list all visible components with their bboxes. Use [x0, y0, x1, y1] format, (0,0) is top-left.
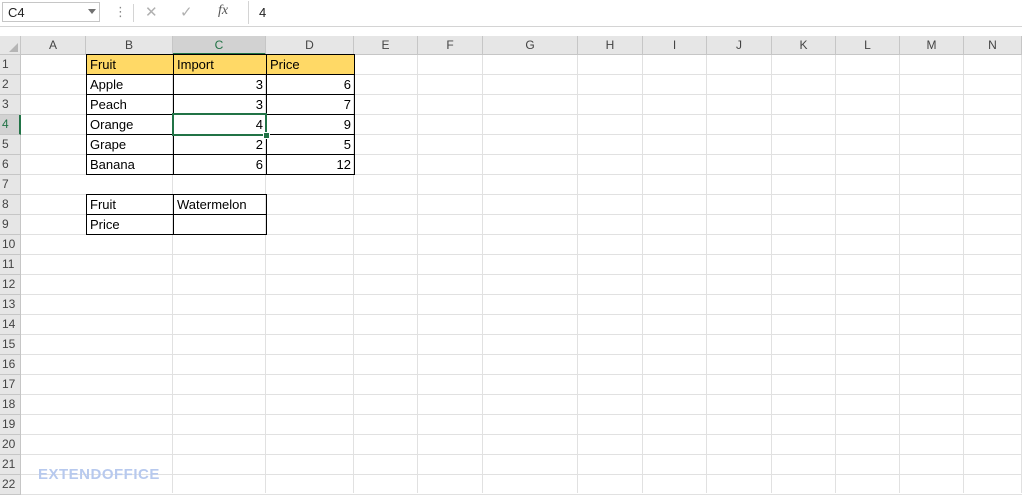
formula-value: 4	[259, 5, 267, 20]
gridline-horizontal	[21, 414, 1022, 415]
table-cell[interactable]: Orange	[86, 114, 174, 135]
name-box-value: C4	[8, 5, 25, 20]
formula-input[interactable]: 4	[248, 1, 1020, 24]
gridline-horizontal	[21, 394, 1022, 395]
table-cell[interactable]: 3	[173, 74, 267, 95]
column-header-n[interactable]: N	[964, 36, 1022, 55]
column-header-i[interactable]: I	[643, 36, 707, 55]
name-box[interactable]: C4	[2, 2, 100, 22]
gridline-horizontal	[21, 474, 1022, 475]
gridline-horizontal	[21, 254, 1022, 255]
table-cell[interactable]: 9	[266, 114, 355, 135]
select-all-icon	[9, 43, 18, 52]
table-header-cell[interactable]: Import	[173, 54, 267, 75]
column-header-d[interactable]: D	[266, 36, 354, 55]
column-header-k[interactable]: K	[772, 36, 836, 55]
table-header-cell[interactable]: Price	[266, 54, 355, 75]
gridline-horizontal	[21, 274, 1022, 275]
row-header-14[interactable]: 14	[0, 315, 21, 335]
column-header-f[interactable]: F	[418, 36, 483, 55]
table-cell[interactable]: 3	[173, 94, 267, 115]
table-cell[interactable]: 5	[266, 134, 355, 155]
row-header-7[interactable]: 7	[0, 175, 21, 195]
gridline-horizontal	[21, 294, 1022, 295]
gridline-horizontal	[21, 314, 1022, 315]
table-cell[interactable]: Peach	[86, 94, 174, 115]
watermark-logo: EXTENDOFFICE	[38, 466, 160, 483]
table-cell[interactable]: 6	[173, 154, 267, 175]
row-header-6[interactable]: 6	[0, 155, 21, 175]
column-header-g[interactable]: G	[483, 36, 578, 55]
row-header-20[interactable]: 20	[0, 435, 21, 455]
fill-handle[interactable]	[263, 132, 270, 139]
spreadsheet-grid[interactable]: ABCDEFGHIJKLMN 1 2 3 4 5 6 7 8 9 10 11 12 13 14 15 16 17…	[0, 36, 1022, 495]
chevron-down-icon[interactable]	[88, 9, 96, 14]
row-header-16[interactable]: 16	[0, 355, 21, 375]
column-header-b[interactable]: B	[86, 36, 173, 55]
row-header-10[interactable]: 10	[0, 235, 21, 255]
row-header-12[interactable]: 12	[0, 275, 21, 295]
row-header-13[interactable]: 13	[0, 295, 21, 315]
table-cell[interactable]: Apple	[86, 74, 174, 95]
column-header-j[interactable]: J	[707, 36, 772, 55]
row-header-1[interactable]: 1	[0, 55, 21, 75]
gridline-horizontal	[21, 354, 1022, 355]
formula-bar: C4 ⋮ ✕ ✓ fx 4	[0, 0, 1022, 27]
row-header-4[interactable]: 4	[0, 115, 21, 135]
gridline-horizontal	[21, 454, 1022, 455]
lookup-fruit-value[interactable]: Watermelon	[173, 194, 267, 215]
lookup-price-value[interactable]	[173, 214, 267, 235]
gridline-horizontal	[21, 374, 1022, 375]
column-header-a[interactable]: A	[21, 36, 86, 55]
divider	[133, 4, 134, 22]
lookup-fruit-label[interactable]: Fruit	[86, 194, 174, 215]
insert-function-icon[interactable]: fx	[218, 3, 228, 19]
row-header-15[interactable]: 15	[0, 335, 21, 355]
row-header-17[interactable]: 17	[0, 375, 21, 395]
lookup-price-label[interactable]: Price	[86, 214, 174, 235]
column-header-m[interactable]: M	[900, 36, 964, 55]
more-options-icon[interactable]: ⋮	[114, 4, 127, 20]
table-cell[interactable]: Banana	[86, 154, 174, 175]
table-cell[interactable]: 2	[173, 134, 267, 155]
column-header-l[interactable]: L	[836, 36, 900, 55]
table-cell[interactable]: Grape	[86, 134, 174, 155]
column-header-c[interactable]: C	[173, 36, 266, 55]
column-header-h[interactable]: H	[578, 36, 643, 55]
gridline-horizontal	[21, 334, 1022, 335]
row-header-2[interactable]: 2	[0, 75, 21, 95]
column-header-e[interactable]: E	[354, 36, 418, 55]
row-header-9[interactable]: 9	[0, 215, 21, 235]
row-header-19[interactable]: 19	[0, 415, 21, 435]
row-header-8[interactable]: 8	[0, 195, 21, 215]
row-header-21[interactable]: 21	[0, 455, 21, 475]
row-header-5[interactable]: 5	[0, 135, 21, 155]
table-cell[interactable]: 12	[266, 154, 355, 175]
gridline-horizontal	[21, 434, 1022, 435]
row-header-3[interactable]: 3	[0, 95, 21, 115]
row-header-22[interactable]: 22	[0, 475, 21, 495]
table-cell[interactable]: 4	[173, 114, 267, 135]
table-cell[interactable]: 6	[266, 74, 355, 95]
row-header-18[interactable]: 18	[0, 395, 21, 415]
select-all-button[interactable]	[0, 36, 21, 55]
cancel-icon[interactable]: ✕	[145, 3, 158, 21]
enter-check-icon[interactable]: ✓	[180, 3, 193, 21]
table-header-cell[interactable]: Fruit	[86, 54, 174, 75]
table-cell[interactable]: 7	[266, 94, 355, 115]
row-header-11[interactable]: 11	[0, 255, 21, 275]
